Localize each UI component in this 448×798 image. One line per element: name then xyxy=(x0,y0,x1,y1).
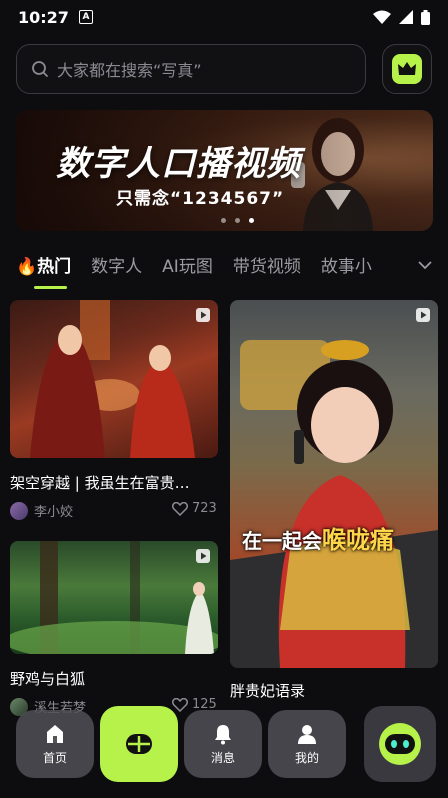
carousel-dot-active xyxy=(249,218,254,223)
promo-banner[interactable]: 数字人口播视频 只需念“1234567” xyxy=(16,110,433,231)
user-icon xyxy=(298,724,316,744)
like-count[interactable]: 723 xyxy=(172,501,217,516)
nav-home[interactable]: 首页 xyxy=(16,710,94,778)
heart-icon xyxy=(172,501,188,516)
tab-ai-images[interactable]: AI玩图 xyxy=(162,252,213,277)
crown-icon xyxy=(392,54,422,84)
search-input[interactable]: 大家都在搜索“写真” xyxy=(16,44,366,94)
feed-card-thumbnail[interactable] xyxy=(10,541,218,654)
feed-thumbnail-image xyxy=(230,340,438,668)
feed-card-thumbnail[interactable] xyxy=(10,300,218,458)
search-icon xyxy=(32,61,48,77)
notification-badge-icon: A xyxy=(78,10,93,24)
create-icon xyxy=(126,734,152,754)
avatar xyxy=(10,501,28,520)
tab-hot[interactable]: 🔥热门 xyxy=(16,252,71,289)
battery-icon xyxy=(421,9,430,25)
bottom-nav: 首页 消息 我的 xyxy=(10,706,438,786)
nav-profile[interactable]: 我的 xyxy=(268,710,346,778)
category-tabs: 🔥热门 数字人 AI玩图 带货视频 故事小 xyxy=(16,252,436,289)
home-icon xyxy=(47,724,63,743)
vip-button[interactable] xyxy=(382,44,432,94)
ai-assistant-button[interactable] xyxy=(364,706,436,782)
tab-story[interactable]: 故事小 xyxy=(321,252,372,277)
status-time: 10:27 xyxy=(18,7,69,27)
banner-subtitle: 只需念“1234567” xyxy=(116,189,285,209)
feed-thumbnail-image xyxy=(10,541,218,654)
status-icons xyxy=(373,9,430,25)
search-placeholder: 大家都在搜索“写真” xyxy=(57,61,202,80)
tab-product-video[interactable]: 带货视频 xyxy=(233,252,301,277)
status-bar: 10:27 A xyxy=(0,0,448,34)
tab-digital-human[interactable]: 数字人 xyxy=(91,252,142,277)
video-caption: 在一起会喉咙痛 xyxy=(242,526,394,554)
feed-card-author[interactable]: 李小姣 xyxy=(10,501,73,520)
wifi-icon xyxy=(373,10,391,24)
carousel-indicator xyxy=(221,218,254,223)
fire-icon: 🔥 xyxy=(16,257,38,277)
chevron-down-icon[interactable] xyxy=(418,260,432,270)
video-icon xyxy=(196,549,210,563)
search-row: 大家都在搜索“写真” xyxy=(16,44,436,94)
bell-icon xyxy=(215,724,231,744)
carousel-dot xyxy=(221,218,226,223)
create-button[interactable] xyxy=(100,706,178,782)
carousel-dot xyxy=(235,218,240,223)
feed-card-title[interactable]: 架空穿越 | 我虽生在富贵… xyxy=(10,472,218,493)
video-icon xyxy=(416,308,430,322)
feed-thumbnail-image xyxy=(30,300,195,458)
nav-messages[interactable]: 消息 xyxy=(184,710,262,778)
feed-card-thumbnail[interactable]: 在一起会喉咙痛 xyxy=(230,300,438,668)
signal-icon xyxy=(399,10,413,24)
feed-card-title[interactable]: 胖贵妃语录 xyxy=(230,680,438,701)
banner-title: 数字人口播视频 xyxy=(56,144,301,184)
robot-icon xyxy=(379,723,421,765)
feed-card-title[interactable]: 野鸡与白狐 xyxy=(10,668,218,689)
video-icon xyxy=(196,308,210,322)
